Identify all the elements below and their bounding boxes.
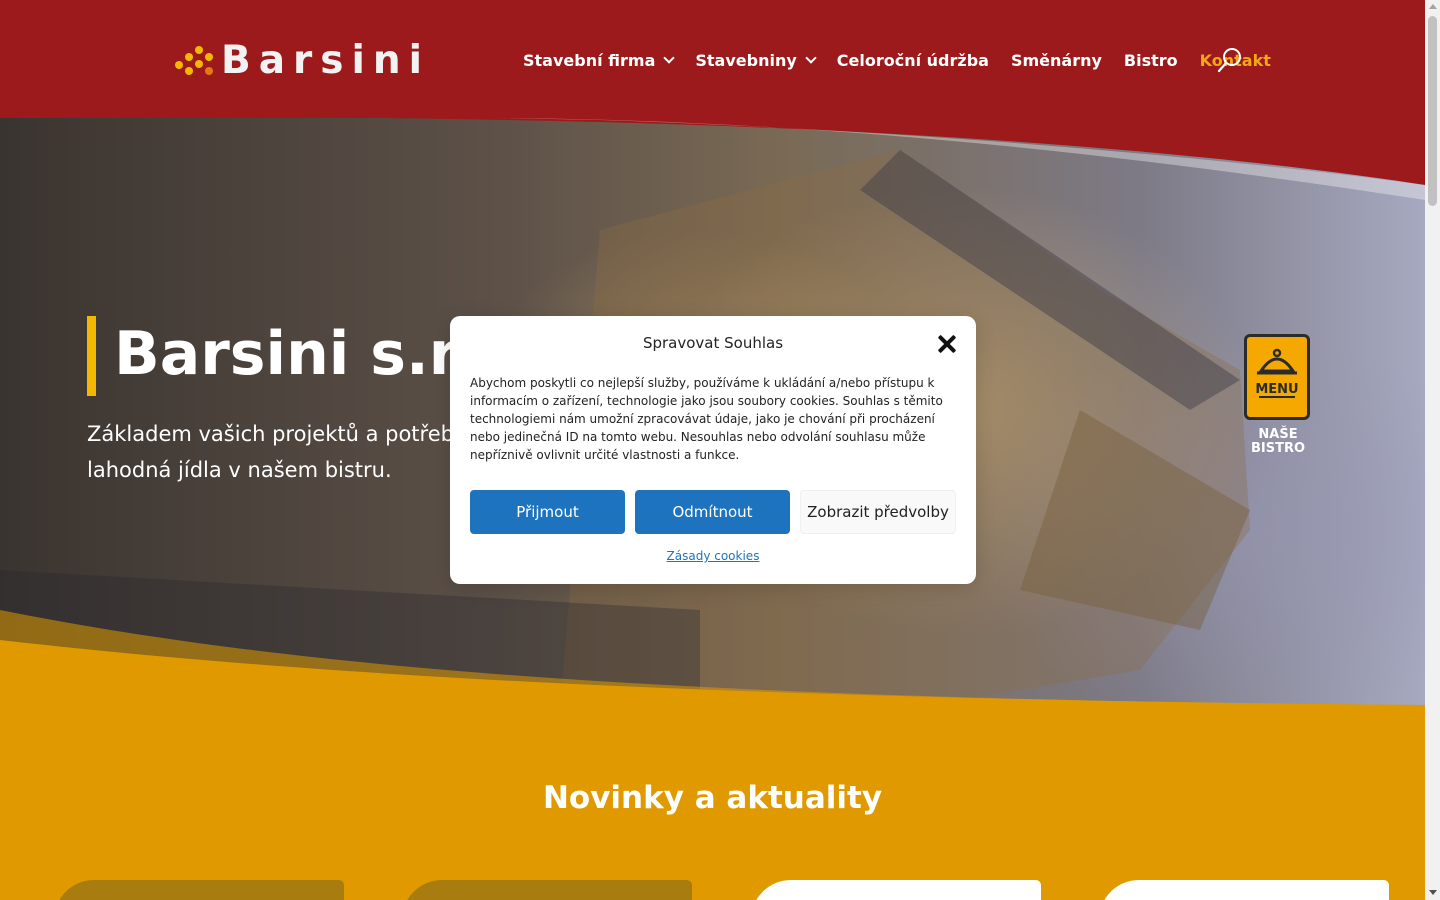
scroll-down-arrow-icon[interactable]: [1429, 890, 1437, 895]
site-header: Barsini Stavební firma Stavebniny Celoro…: [0, 0, 1425, 118]
logo-dots-icon: [175, 43, 217, 77]
main-nav: Stavební firma Stavebniny Celoroční údrž…: [523, 48, 1293, 72]
food-cloche-icon: MENU: [1255, 348, 1299, 398]
cookie-policy-link[interactable]: Zásady cookies: [450, 549, 976, 563]
accept-button[interactable]: Přijmout: [470, 490, 625, 534]
page-scrollbar[interactable]: [1425, 0, 1440, 900]
menu-card: MENU: [1244, 334, 1310, 420]
close-icon[interactable]: [936, 334, 956, 354]
nav-item-label: Směnárny: [1010, 50, 1102, 70]
deny-button[interactable]: Odmítnout: [635, 490, 790, 534]
nav-item-bistro[interactable]: Bistro: [1124, 51, 1178, 70]
news-card[interactable]: [1099, 880, 1389, 900]
nav-item-stavebniny[interactable]: Stavebniny: [695, 50, 817, 70]
nav-item-label: Stavebniny: [695, 50, 797, 70]
nav-item-label: Celoroční údržba: [836, 50, 989, 70]
nav-item-smenarny[interactable]: Směnárny: [1011, 51, 1102, 70]
logo-text: Barsini: [221, 37, 430, 83]
menu-badge-label-line2: BISTRO: [1250, 441, 1306, 456]
news-section-title: Novinky a aktuality: [542, 780, 883, 816]
hero-accent-bar: [87, 316, 96, 396]
modal-title: Spravovat Souhlas: [642, 334, 784, 352]
news-card[interactable]: [751, 880, 1041, 900]
chevron-down-icon: [805, 52, 817, 64]
chevron-down-icon: [663, 52, 676, 64]
nav-item-celorocni-udrzba[interactable]: Celoroční údržba: [837, 51, 989, 70]
bistro-menu-badge[interactable]: MENU NAŠE BISTRO: [1238, 334, 1318, 456]
menu-badge-label: NAŠE BISTRO: [1238, 428, 1318, 456]
page: Barsini Stavební firma Stavebniny Celoro…: [0, 0, 1425, 900]
cookie-consent-modal: Spravovat Souhlas Abychom poskytli co ne…: [450, 316, 976, 584]
menu-card-text: MENU: [1255, 382, 1298, 397]
news-card[interactable]: [54, 880, 344, 900]
news-card[interactable]: [402, 880, 692, 900]
nav-item-stavebni-firma[interactable]: Stavební firma: [523, 50, 676, 70]
scrollbar-thumb[interactable]: [1428, 16, 1437, 206]
nav-item-label: Stavební firma: [523, 50, 656, 70]
modal-description: Abychom poskytli co nejlepší služby, pou…: [470, 376, 943, 462]
logo[interactable]: Barsini: [175, 37, 430, 83]
scroll-up-arrow-icon[interactable]: [1429, 4, 1437, 9]
search-icon[interactable]: [1217, 47, 1243, 73]
view-preferences-button[interactable]: Zobrazit předvolby: [800, 490, 956, 534]
nav-item-label: Bistro: [1123, 50, 1178, 70]
menu-badge-label-line1: NAŠE: [1258, 427, 1298, 442]
